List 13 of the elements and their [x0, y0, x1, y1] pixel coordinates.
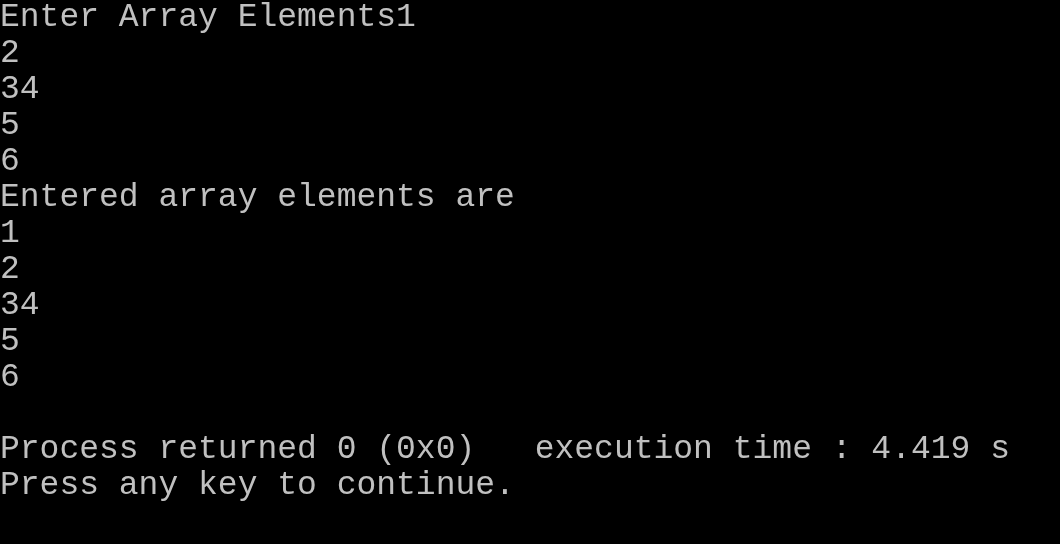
console-line: 6	[0, 360, 20, 396]
console-line: Enter Array Elements1	[0, 0, 416, 36]
console-line: 1	[0, 216, 20, 252]
console-line: 5	[0, 108, 20, 144]
console-line: 34	[0, 288, 40, 324]
console-line: 2	[0, 36, 20, 72]
console-line: Process returned 0 (0x0) execution time : 4.419 s	[0, 432, 1010, 468]
console-line: Entered array elements are	[0, 180, 515, 216]
console-line: Press any key to continue.	[0, 468, 515, 504]
console-line: 2	[0, 252, 20, 288]
console-line: 34	[0, 72, 40, 108]
console-line: 6	[0, 144, 20, 180]
console-line: 5	[0, 324, 20, 360]
